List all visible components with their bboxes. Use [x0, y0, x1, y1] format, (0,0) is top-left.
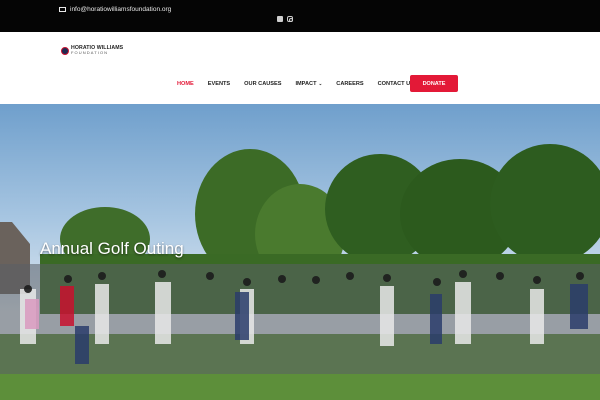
main-nav: HOME EVENTS OUR CAUSES IMPACT ⌄ CAREERS C… — [177, 81, 428, 87]
nav-item-careers[interactable]: CAREERS — [336, 81, 363, 87]
email-text[interactable]: info@horatiowilliamsfoundation.org — [70, 6, 171, 13]
envelope-icon — [59, 7, 66, 12]
logo-subtitle: FOUNDATION — [71, 50, 109, 56]
hero-banner: Annual Golf Outing — [0, 104, 600, 400]
hero-title: Annual Golf Outing — [40, 239, 184, 258]
site-header: HORATIO WILLIAMS FOUNDATION — [0, 32, 600, 104]
chevron-down-icon: ⌄ — [318, 81, 323, 86]
nav-item-impact[interactable]: IMPACT ⌄ — [295, 81, 322, 87]
nav-item-impact-label: IMPACT — [295, 81, 317, 87]
email-link[interactable]: info@horatiowilliamsfoundation.org — [59, 6, 171, 13]
logo-text: HORATIO WILLIAMS FOUNDATION — [71, 45, 123, 56]
nav-item-contact-us[interactable]: CONTACT US — [378, 81, 414, 87]
facebook-icon[interactable] — [277, 16, 283, 22]
social-links — [277, 16, 293, 22]
instagram-icon[interactable] — [287, 16, 293, 22]
logo[interactable]: HORATIO WILLIAMS FOUNDATION — [61, 45, 123, 56]
nav-item-home[interactable]: HOME — [177, 81, 194, 87]
logo-mark-icon — [61, 46, 69, 55]
donate-button[interactable]: DONATE — [410, 75, 458, 92]
nav-item-events[interactable]: EVENTS — [208, 81, 230, 87]
top-bar: info@horatiowilliamsfoundation.org — [0, 0, 600, 32]
nav-item-our-causes[interactable]: OUR CAUSES — [244, 81, 281, 87]
